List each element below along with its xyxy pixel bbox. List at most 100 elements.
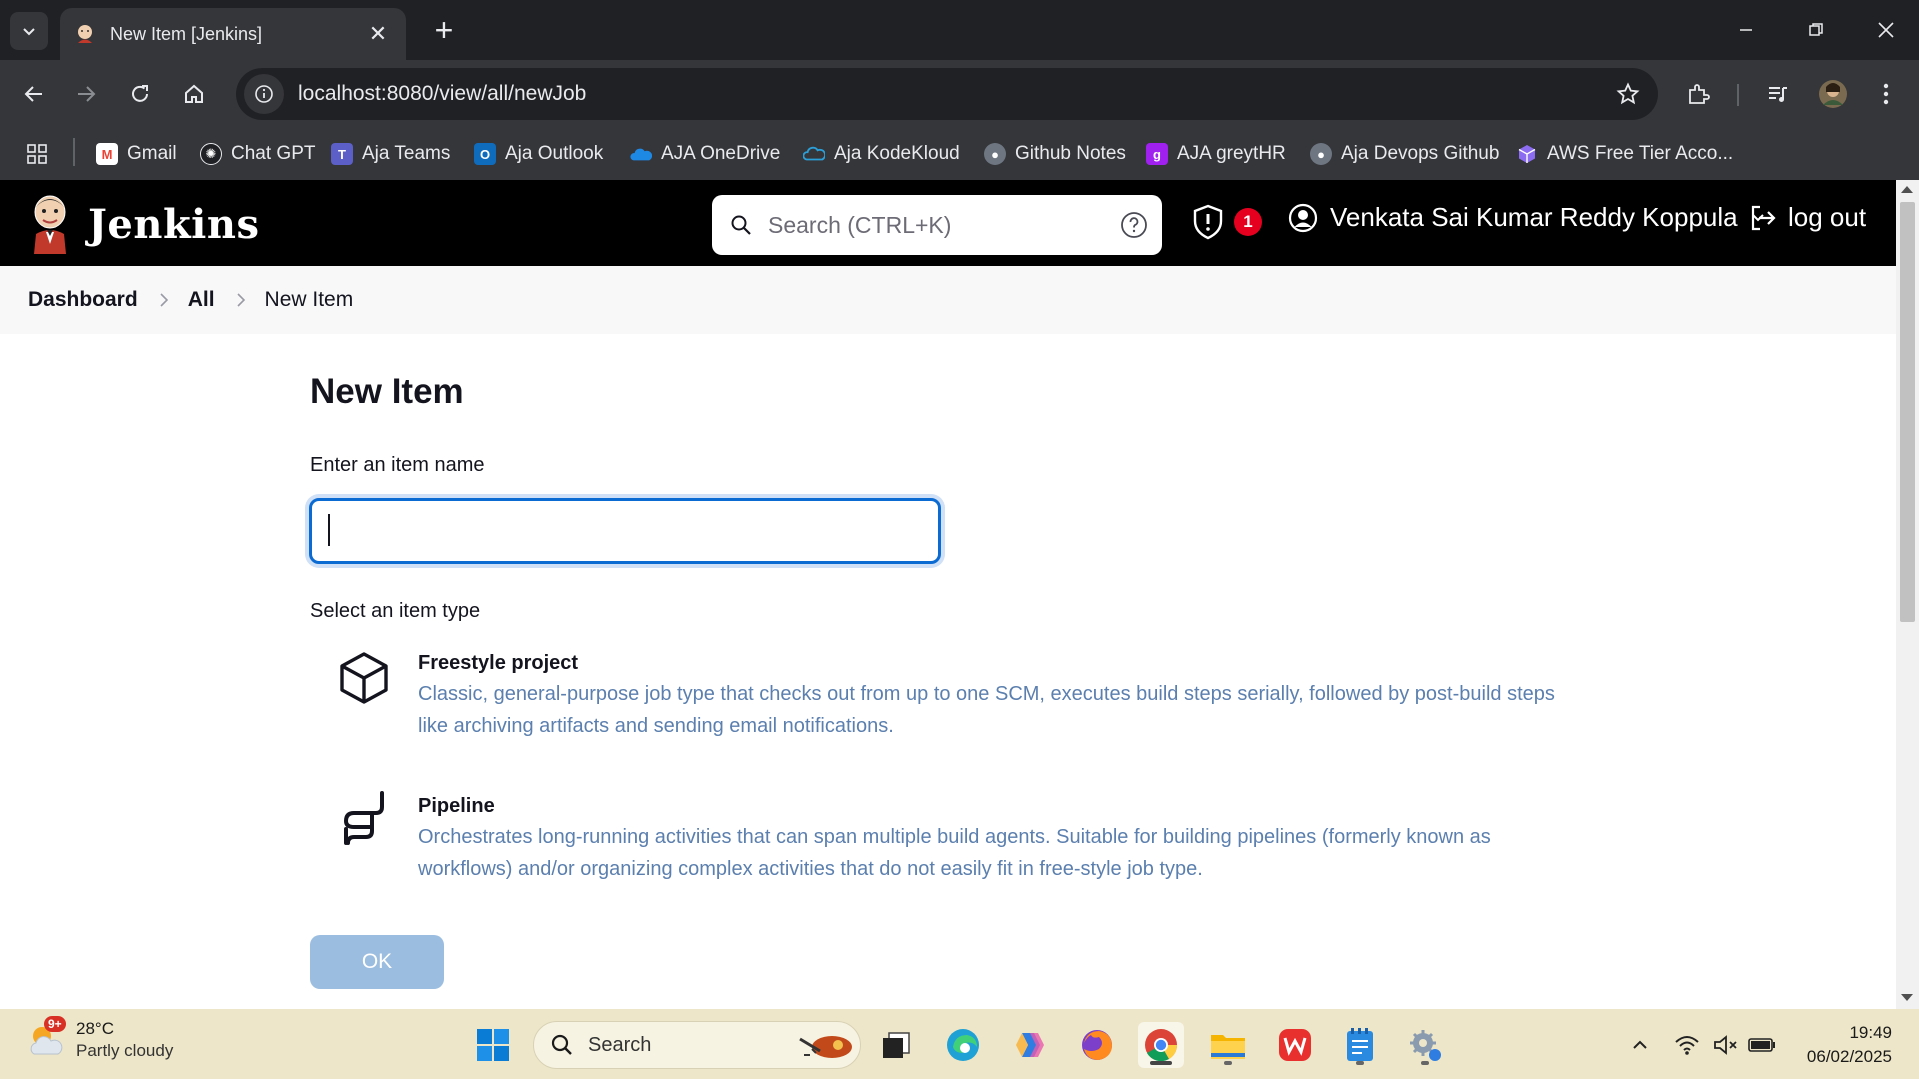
taskbar-app-notepad[interactable] xyxy=(1337,1022,1383,1068)
item-name-input[interactable] xyxy=(309,498,941,564)
page-title: New Item xyxy=(310,372,464,411)
breadcrumb-dashboard[interactable]: Dashboard xyxy=(28,288,138,312)
taskbar-app-chrome[interactable] xyxy=(1138,1022,1184,1068)
bookmark-onedrive[interactable]: AJA OneDrive xyxy=(630,138,780,170)
scroll-up-arrow-icon[interactable] xyxy=(1901,186,1913,193)
tab-close-icon[interactable]: ✕ xyxy=(364,21,392,47)
logout-link[interactable]: log out xyxy=(1748,202,1866,233)
taskbar-app-file-explorer[interactable] xyxy=(1205,1022,1251,1068)
weather-condition: Partly cloudy xyxy=(76,1041,174,1060)
breadcrumb-all[interactable]: All xyxy=(188,288,215,312)
bookmark-devops-github[interactable]: ● Aja Devops Github xyxy=(1310,138,1499,170)
jenkins-home-link[interactable]: Jenkins xyxy=(28,194,259,254)
bookmark-label: Chat GPT xyxy=(231,143,316,164)
new-tab-button[interactable]: + xyxy=(424,10,464,50)
reload-button[interactable] xyxy=(120,74,160,114)
close-window-button[interactable] xyxy=(1858,8,1914,52)
taskbar-search[interactable]: Search xyxy=(533,1021,861,1069)
page-scrollbar[interactable] xyxy=(1896,180,1919,1009)
taskbar-app-edge[interactable] xyxy=(940,1022,986,1068)
home-button[interactable] xyxy=(174,74,214,114)
bookmark-teams[interactable]: T Aja Teams xyxy=(331,138,450,170)
help-icon[interactable] xyxy=(1120,211,1148,239)
taskbar-app-firefox[interactable] xyxy=(1074,1022,1120,1068)
jenkins-search-box[interactable] xyxy=(712,195,1162,255)
start-button[interactable] xyxy=(470,1022,516,1068)
pipeline-icon xyxy=(343,791,384,845)
tab-search-button[interactable] xyxy=(10,12,48,50)
taskbar-app-taskview[interactable] xyxy=(873,1022,919,1068)
item-type-title: Freestyle project xyxy=(418,652,579,674)
site-info-button[interactable] xyxy=(244,74,284,114)
weather-widget[interactable]: 9+ 28°C Partly cloudy xyxy=(26,1016,174,1061)
user-name: Venkata Sai Kumar Reddy Koppula xyxy=(1330,202,1738,232)
browser-menu-button[interactable] xyxy=(1866,74,1906,114)
active-app-indicator xyxy=(1150,1061,1172,1065)
system-clock[interactable]: 19:49 06/02/2025 xyxy=(1796,1021,1892,1069)
address-bar[interactable]: localhost:8080/view/all/newJob xyxy=(236,68,1658,120)
bookmark-star-button[interactable] xyxy=(1604,82,1652,106)
bookmark-gmail[interactable]: M Gmail xyxy=(96,138,177,170)
url-text: localhost:8080/view/all/newJob xyxy=(298,82,587,105)
browser-tab-active[interactable]: New Item [Jenkins] ✕ xyxy=(60,8,406,60)
browser-tabstrip: New Item [Jenkins] ✕ + xyxy=(0,0,1919,60)
apps-button[interactable] xyxy=(26,138,48,170)
arrow-right-icon xyxy=(78,86,96,102)
bookmark-label: Aja Teams xyxy=(362,143,451,164)
bookmark-greythr[interactable]: g AJA greytHR xyxy=(1146,138,1286,170)
weather-temperature: 28°C xyxy=(76,1019,114,1038)
volume-status[interactable] xyxy=(1712,1031,1738,1059)
wifi-icon xyxy=(1675,1036,1699,1055)
user-menu[interactable]: Venkata Sai Kumar Reddy Koppula xyxy=(1288,202,1766,233)
jenkins-search-input[interactable] xyxy=(768,211,1120,239)
bookmark-aws[interactable]: AWS Free Tier Acco... xyxy=(1516,138,1733,170)
bookmark-label: AJA greytHR xyxy=(1177,143,1286,164)
kodekloud-icon xyxy=(803,143,825,165)
show-hidden-icons-button[interactable] xyxy=(1630,1031,1650,1059)
item-type-description: Orchestrates long-running activities tha… xyxy=(418,826,1491,880)
network-status[interactable] xyxy=(1674,1031,1700,1059)
folder-icon xyxy=(1211,1035,1245,1059)
bookmark-outlook[interactable]: O Aja Outlook xyxy=(474,138,603,170)
bookmark-chatgpt[interactable]: ✺ Chat GPT xyxy=(200,138,315,170)
form-footer: OK xyxy=(0,915,1896,1009)
edge-icon xyxy=(947,1029,979,1061)
bookmark-label: AJA OneDrive xyxy=(661,143,781,164)
running-app-indicator xyxy=(1224,1061,1232,1065)
back-button[interactable] xyxy=(14,74,54,114)
jenkins-favicon-icon xyxy=(78,25,92,43)
wps-office-icon xyxy=(1279,1029,1311,1061)
apps-grid-icon xyxy=(27,144,47,164)
taskbar-app-copilot[interactable] xyxy=(1007,1022,1053,1068)
bookmark-label: Aja Outlook xyxy=(505,143,604,164)
minimize-button[interactable] xyxy=(1718,8,1774,52)
jenkins-header: Jenkins 1 Venkata Sai Kumar Reddy Koppul… xyxy=(0,180,1896,266)
shield-warning-icon xyxy=(1193,204,1223,240)
item-type-title: Pipeline xyxy=(418,795,495,817)
jenkins-logo-text: Jenkins xyxy=(88,200,260,248)
battery-status[interactable] xyxy=(1748,1031,1776,1059)
search-icon xyxy=(731,215,751,235)
firefox-icon xyxy=(1082,1030,1112,1060)
restore-icon xyxy=(1809,23,1823,36)
reload-icon xyxy=(132,85,148,102)
taskbar-app-wps[interactable] xyxy=(1272,1022,1318,1068)
bookmark-github-notes[interactable]: ● Github Notes xyxy=(984,138,1126,170)
restore-button[interactable] xyxy=(1788,8,1844,52)
ok-button[interactable]: OK xyxy=(310,935,444,989)
running-app-indicator xyxy=(1356,1061,1364,1065)
taskbar-app-settings[interactable] xyxy=(1402,1022,1448,1068)
security-warnings-button[interactable]: 1 xyxy=(1192,204,1262,240)
bookmark-label: AWS Free Tier Acco... xyxy=(1547,143,1734,164)
profile-avatar[interactable] xyxy=(1813,74,1853,114)
extensions-button[interactable] xyxy=(1678,74,1718,114)
scroll-down-arrow-icon[interactable] xyxy=(1901,994,1913,1001)
puzzle-icon xyxy=(1689,84,1710,104)
github-icon: ● xyxy=(984,143,1006,165)
weather-badge: 9+ xyxy=(44,1016,66,1032)
bookmark-kodekloud[interactable]: Aja KodeKloud xyxy=(803,138,960,170)
scroll-thumb[interactable] xyxy=(1900,202,1915,622)
media-control-button[interactable] xyxy=(1758,74,1798,114)
forward-button[interactable] xyxy=(66,74,106,114)
bookmarks-bar: M Gmail ✺ Chat GPT T Aja Teams O Aja Out… xyxy=(0,128,1919,180)
